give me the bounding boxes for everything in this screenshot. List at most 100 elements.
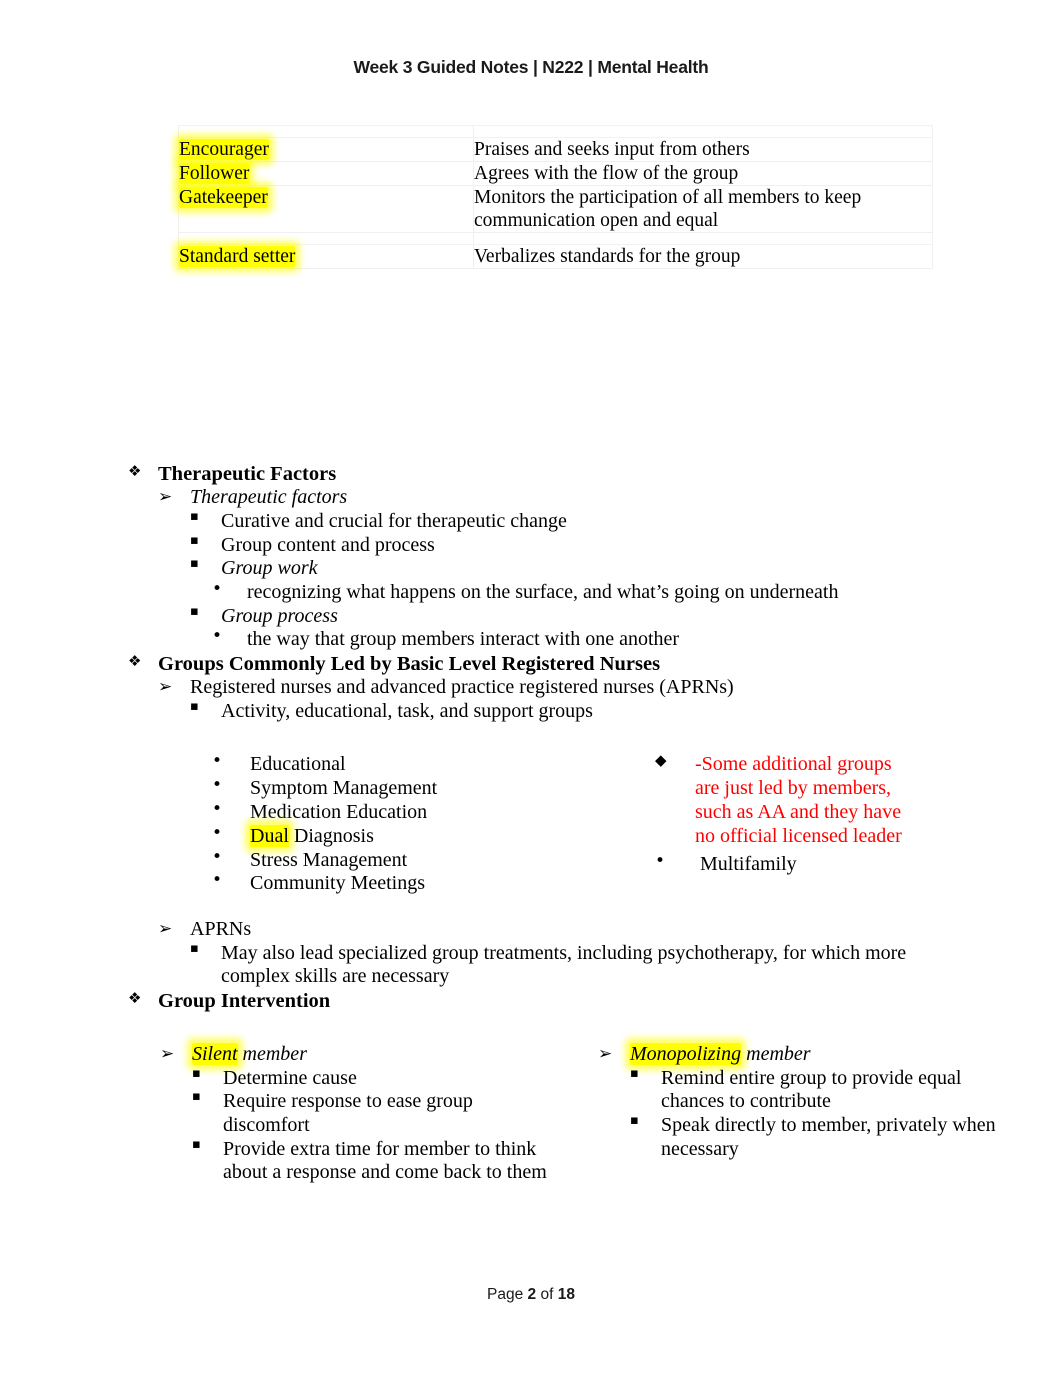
table-row: Gatekeeper Monitors the participation of… <box>178 185 933 233</box>
outline-section-therapeutic-factors: ❖ Therapeutic Factors ➢ Therapeutic fact… <box>0 462 1062 724</box>
intervention-left-column: ➢ Silent member ▪ Determine cause ▪ Requ… <box>160 1043 560 1185</box>
footer-current-page: 2 <box>527 1286 537 1303</box>
red-annotation-line: no official licensed leader <box>695 824 902 847</box>
outline-item-aprns: ➢ APRNs <box>158 918 1062 942</box>
silent-rest-label: member <box>237 1043 307 1065</box>
dot-bullet-icon: • <box>212 846 223 867</box>
solid-diamond-bullet-icon: ◆ <box>655 751 667 769</box>
square-bullet-icon: ▪ <box>192 1065 201 1081</box>
outline-item-group-work-detail: • recognizing what happens on the surfac… <box>212 579 1062 605</box>
outline-heading-label: Group Intervention <box>158 990 331 1013</box>
list-item: • Educational <box>212 751 632 777</box>
outline-heading-group-intervention: ❖ Group Intervention <box>128 989 1062 1013</box>
red-annotation-item: ◆ -Some additional groups are just led b… <box>655 751 1015 849</box>
list-item: ▪ Provide extra time for member to think… <box>192 1137 560 1185</box>
list-item-dual-diagnosis: • Dual Diagnosis <box>212 822 632 849</box>
table-cell-term: Encourager <box>178 137 474 162</box>
table-spacer-row <box>178 232 933 245</box>
monopolizing-rest-label: member <box>741 1043 811 1065</box>
outline-item-aprns-detail: ▪ May also lead specialized group treatm… <box>190 940 942 989</box>
dot-bullet-icon: • <box>212 774 223 795</box>
list-item-label: Speak directly to member, privately when… <box>661 1114 996 1160</box>
outline-item-registered-nurses: ➢ Registered nurses and advanced practic… <box>158 676 1062 700</box>
role-term-highlight: Follower <box>179 163 250 184</box>
table-row: Follower Agrees with the flow of the gro… <box>178 161 933 186</box>
square-bullet-icon: ▪ <box>192 1089 201 1105</box>
outline-item-label: APRNs <box>190 918 252 940</box>
arrow-bullet-icon: ➢ <box>598 1044 613 1064</box>
dot-bullet-icon: • <box>212 579 223 600</box>
table-spacer-cell-term <box>178 232 474 245</box>
list-item-label: Determine cause <box>223 1066 357 1089</box>
groups-left-column: • Educational • Symptom Management • Med… <box>212 751 632 896</box>
table-spacer-cell-term <box>178 125 474 138</box>
list-item-label: Symptom Management <box>250 776 438 799</box>
table-cell-description: Praises and seeks input from others <box>473 137 933 162</box>
outline-item-label: Group work <box>221 557 318 580</box>
list-item-label: Educational <box>250 753 346 775</box>
table-row: Standard setter Verbalizes standards for… <box>178 244 933 269</box>
table-cell-description: Agrees with the flow of the group <box>473 161 933 186</box>
red-annotation-line: are just led by members, <box>695 776 892 799</box>
table-cell-description: Verbalizes standards for the group <box>473 244 933 269</box>
dual-highlight-label: Dual <box>250 824 289 847</box>
list-item: ▪ Determine cause <box>192 1065 560 1091</box>
arrow-bullet-icon: ➢ <box>158 487 173 508</box>
footer-middle: of <box>536 1286 558 1303</box>
dot-bullet-icon: • <box>212 626 223 647</box>
table-spacer-row <box>178 125 933 138</box>
list-item-label: Multifamily <box>700 853 797 875</box>
arrow-bullet-icon: ➢ <box>158 677 173 698</box>
diamond-outline-icon: ❖ <box>128 462 142 480</box>
red-annotation-line: such as AA and they have <box>695 800 902 823</box>
outline-item-label: Group process <box>221 604 338 627</box>
outline-heading-groups-led: ❖ Groups Commonly Led by Basic Level Reg… <box>128 652 1062 676</box>
diamond-outline-icon: ❖ <box>128 652 142 671</box>
square-bullet-icon: ▪ <box>190 556 199 572</box>
page-header-title: Week 3 Guided Notes | N222 | Mental Heal… <box>353 57 709 77</box>
groups-right-column: ◆ -Some additional groups are just led b… <box>655 751 1015 849</box>
table-cell-term: Standard setter <box>178 244 474 269</box>
square-bullet-icon: ▪ <box>630 1113 639 1129</box>
intervention-title-monopolizing-member: ➢ Monopolizing member <box>598 1043 998 1067</box>
arrow-bullet-icon: ➢ <box>160 1044 175 1064</box>
list-item: • Community Meetings <box>212 870 632 896</box>
silent-highlight-label: Silent <box>192 1043 238 1065</box>
outline-item-group-process-detail: • the way that group members interact wi… <box>212 626 1062 652</box>
dot-bullet-icon: • <box>212 798 223 819</box>
outline-item-group-work: ▪ Group work <box>190 556 1062 581</box>
outline-item-curative: ▪ Curative and crucial for therapeutic c… <box>190 508 1062 534</box>
outline-item-label: Activity, educational, task, and support… <box>221 700 593 723</box>
square-bullet-icon: ▪ <box>190 940 199 956</box>
outline-item-label: Curative and crucial for therapeutic cha… <box>221 509 567 532</box>
red-annotation-line: -Some additional groups <box>695 753 892 775</box>
list-item-label: Remind entire group to provide equal cha… <box>661 1066 962 1113</box>
outline-heading-label: Therapeutic Factors <box>158 463 337 485</box>
dot-bullet-icon: • <box>212 870 223 891</box>
group-roles-table: Encourager Praises and seeks input from … <box>178 125 933 269</box>
square-bullet-icon: ▪ <box>190 508 199 524</box>
dot-bullet-icon: • <box>212 751 223 771</box>
list-item: ▪ Speak directly to member, privately wh… <box>630 1113 998 1161</box>
square-bullet-icon: ▪ <box>190 532 199 548</box>
square-bullet-icon: ▪ <box>190 603 199 619</box>
dual-rest-label: Diagnosis <box>288 824 374 847</box>
intervention-title-silent-member: ➢ Silent member <box>160 1043 560 1067</box>
dot-bullet-icon: • <box>212 822 223 843</box>
outline-item-label: May also lead specialized group treatmen… <box>221 941 907 988</box>
square-bullet-icon: ▪ <box>190 699 199 715</box>
outline-item-group-content: ▪ Group content and process <box>190 532 1062 558</box>
outline-heading-label: Groups Commonly Led by Basic Level Regis… <box>158 653 661 676</box>
list-item: • Stress Management <box>212 846 632 873</box>
table-cell-term: Follower <box>178 161 474 186</box>
list-item: ▪ Require response to ease group discomf… <box>192 1089 560 1137</box>
list-item-label: Community Meetings <box>250 872 425 895</box>
list-item: ▪ Remind entire group to provide equal c… <box>630 1066 998 1114</box>
outline-section-aprns: ➢ APRNs ▪ May also lead specialized grou… <box>0 918 1062 1013</box>
table-cell-term: Gatekeeper <box>178 185 474 233</box>
role-term-highlight: Gatekeeper <box>179 187 268 208</box>
table-cell-description: Monitors the participation of all member… <box>473 185 933 233</box>
list-item-label: Medication Education <box>250 800 428 823</box>
outline-item-label: Registered nurses and advanced practice … <box>190 676 734 699</box>
intervention-right-column: ➢ Monopolizing member ▪ Remind entire gr… <box>598 1043 998 1161</box>
